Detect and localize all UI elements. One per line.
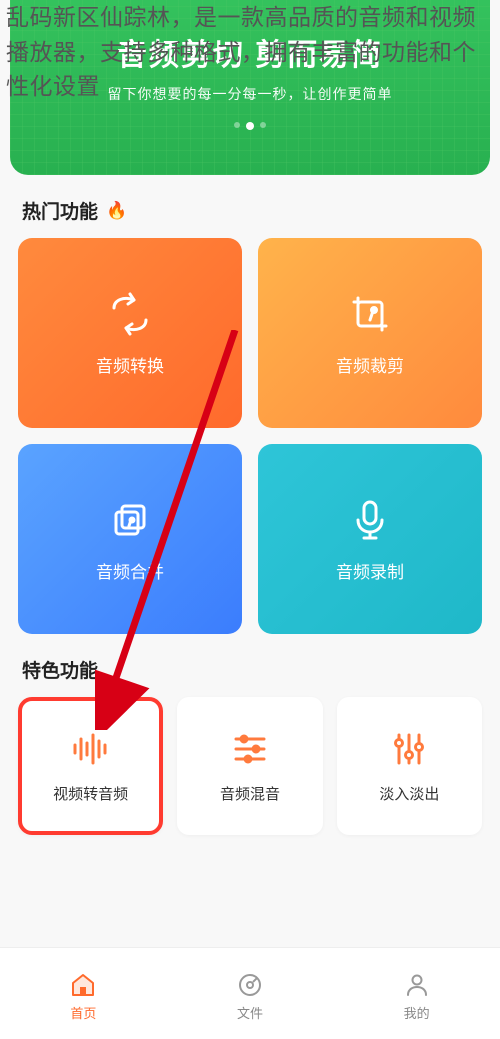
fire-icon: 🔥 (106, 201, 127, 221)
audio-convert-card[interactable]: 音频转换 (18, 238, 242, 428)
merge-icon (106, 496, 154, 544)
nav-label: 文件 (237, 1003, 263, 1022)
crop-icon (346, 290, 394, 338)
dot (234, 122, 240, 128)
home-icon (69, 971, 97, 999)
audio-crop-card[interactable]: 音频裁剪 (258, 238, 482, 428)
card-label: 音频转换 (96, 352, 164, 377)
waveform-icon (71, 729, 111, 769)
fade-card[interactable]: 淡入淡出 (337, 697, 482, 835)
card-label: 视频转音频 (53, 783, 128, 804)
nav-mine[interactable]: 我的 (403, 971, 431, 1022)
bottom-nav: 首页 文件 我的 (0, 947, 500, 1039)
card-label: 音频录制 (336, 558, 404, 583)
audio-merge-card[interactable]: 音频合并 (18, 444, 242, 634)
nav-home[interactable]: 首页 (69, 971, 97, 1022)
audio-mix-card[interactable]: 音频混音 (177, 697, 322, 835)
feature-grid: 视频转音频 音频混音 淡入淡出 (0, 697, 500, 855)
person-icon (403, 971, 431, 999)
microphone-icon (346, 496, 394, 544)
dot (260, 122, 266, 128)
nav-files[interactable]: 文件 (236, 971, 264, 1022)
overlay-description: 乱码新区仙踪林，是一款高品质的音频和视频播放器，支持多种格式，拥有丰富的功能和个… (6, 0, 494, 104)
hot-grid: 音频转换 音频裁剪 音频合并 音频录制 (0, 238, 500, 634)
feature-section-title: 特色功能 (22, 656, 98, 683)
card-label: 淡入淡出 (379, 783, 439, 804)
card-label: 音频合并 (96, 558, 164, 583)
hot-section-header: 热门功能 🔥 (0, 175, 500, 238)
fade-icon (389, 729, 429, 769)
hot-section-title: 热门功能 (22, 197, 98, 224)
card-label: 音频裁剪 (336, 352, 404, 377)
convert-icon (106, 290, 154, 338)
audio-record-card[interactable]: 音频录制 (258, 444, 482, 634)
sliders-icon (230, 729, 270, 769)
disc-icon (236, 971, 264, 999)
carousel-dots (10, 122, 490, 130)
dot-active (246, 122, 254, 130)
video-to-audio-card[interactable]: 视频转音频 (18, 697, 163, 835)
card-label: 音频混音 (220, 783, 280, 804)
feature-section-header: 特色功能 (0, 634, 500, 697)
nav-label: 我的 (404, 1003, 430, 1022)
nav-label: 首页 (70, 1003, 96, 1022)
